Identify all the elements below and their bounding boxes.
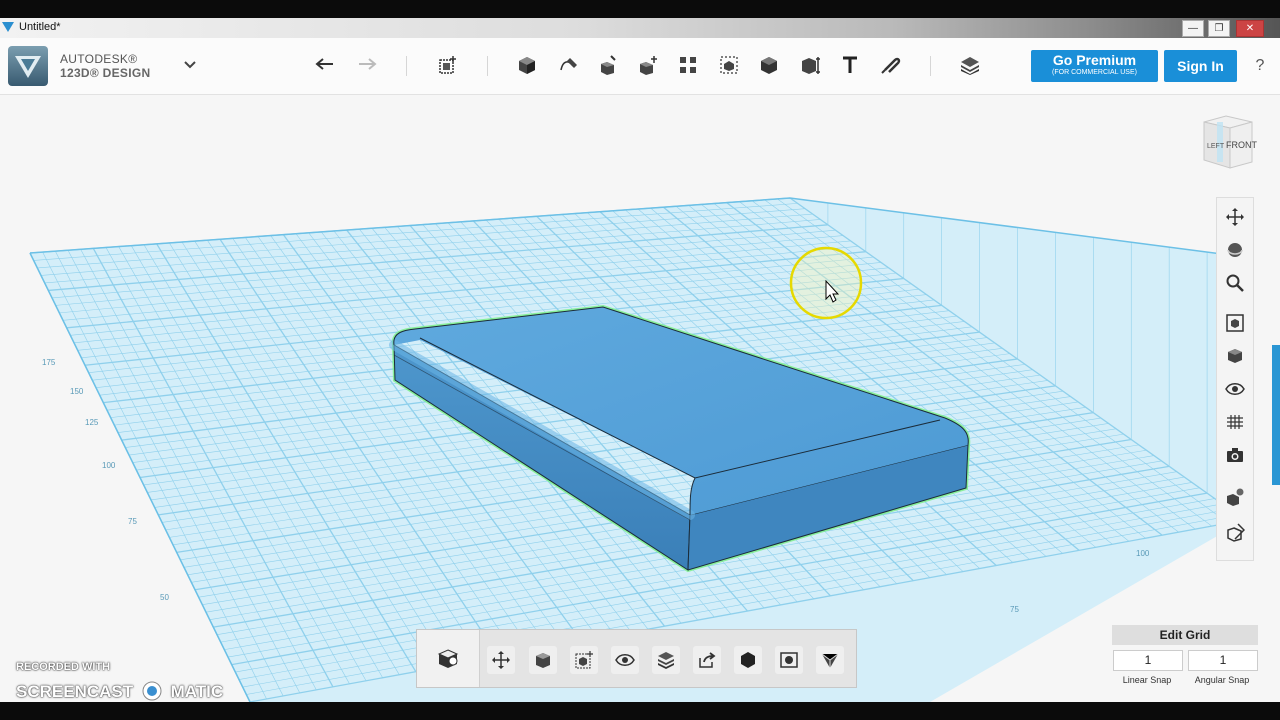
outline-icon[interactable] xyxy=(1223,520,1247,544)
hexagon-icon[interactable] xyxy=(734,646,762,674)
main-toolbar: AUTODESK® 123D® DESIGN Go Premium (FOR C… xyxy=(0,38,1280,95)
brand-line1: AUTODESK® xyxy=(60,52,138,66)
snap-icon[interactable] xyxy=(875,50,905,80)
box-icon[interactable] xyxy=(529,646,557,674)
edit-grid-button[interactable]: Edit Grid xyxy=(1112,625,1258,645)
layers-icon[interactable] xyxy=(652,646,680,674)
measure-icon[interactable] xyxy=(795,50,825,80)
screenshot-icon[interactable] xyxy=(775,646,803,674)
watermark-word2: MATIC xyxy=(170,682,224,701)
go-premium-subtitle: (FOR COMMERCIAL USE) xyxy=(1052,69,1137,76)
material-icon[interactable] xyxy=(955,50,985,80)
materials-icon[interactable] xyxy=(1223,485,1247,509)
brand-line2: 123D® DESIGN xyxy=(60,66,151,80)
maximize-button[interactable]: ❐ xyxy=(1208,20,1230,37)
grid-label: 50 xyxy=(160,593,169,602)
help-button[interactable]: ? xyxy=(1249,50,1271,82)
go-premium-button[interactable]: Go Premium (FOR COMMERCIAL USE) xyxy=(1031,50,1158,82)
watermark-word1: SCREENCAST xyxy=(16,682,134,701)
viewcube[interactable]: LEFT FRONT xyxy=(1196,112,1258,174)
vertex-icon[interactable] xyxy=(816,646,844,674)
top-letterbox xyxy=(0,0,1280,18)
angular-snap-label: Angular Snap xyxy=(1194,675,1250,685)
bottom-letterbox xyxy=(0,702,1280,720)
text-icon[interactable] xyxy=(835,50,865,80)
move-icon[interactable] xyxy=(487,646,515,674)
screencast-logo-icon xyxy=(142,681,162,701)
transform-icon[interactable] xyxy=(433,50,463,80)
viewcube-left-label: LEFT xyxy=(1207,143,1225,150)
angular-snap-field[interactable]: 1 xyxy=(1188,650,1258,671)
grid-label: 100 xyxy=(1136,549,1150,558)
view-cube-icon[interactable] xyxy=(1223,344,1247,368)
fit-icon[interactable] xyxy=(1223,311,1247,335)
edit-grid-panel: Edit Grid 1 1 Linear Snap Angular Snap xyxy=(1112,625,1258,689)
grid-label: 100 xyxy=(102,461,116,470)
close-button[interactable]: ✕ xyxy=(1236,20,1264,37)
grid-icon[interactable] xyxy=(1223,410,1247,434)
combine-icon[interactable] xyxy=(754,50,784,80)
modify-icon[interactable] xyxy=(633,50,663,80)
visibility-icon[interactable] xyxy=(1223,377,1247,401)
navigation-bar xyxy=(1216,197,1254,561)
scene-canvas: 175 150 125 100 75 50 75 100 xyxy=(29,197,1246,702)
sign-in-button[interactable]: Sign In xyxy=(1164,50,1237,82)
primitives-icon[interactable] xyxy=(512,50,542,80)
export-icon[interactable] xyxy=(693,646,721,674)
window-titlebar: Untitled* — ❐ ✕ xyxy=(0,18,1280,38)
minimize-button[interactable]: — xyxy=(1182,20,1204,37)
grid-label: 150 xyxy=(70,387,84,396)
eye-icon[interactable] xyxy=(611,646,639,674)
construct-icon[interactable] xyxy=(593,50,623,80)
grouping-icon[interactable] xyxy=(714,50,744,80)
toolbar-separator xyxy=(406,56,407,76)
fit-box-icon[interactable] xyxy=(570,646,598,674)
redo-icon[interactable] xyxy=(351,50,381,80)
camera-icon[interactable] xyxy=(1223,443,1247,467)
autodesk-logo-icon xyxy=(15,56,41,78)
undo-icon[interactable] xyxy=(311,50,341,80)
pan-icon[interactable] xyxy=(1223,205,1247,229)
watermark-line2: SCREENCAST MATIC xyxy=(16,681,223,702)
grid-label: 75 xyxy=(128,517,137,526)
bottom-toolbar xyxy=(416,629,857,688)
viewcube-front-label: FRONT xyxy=(1226,140,1257,150)
3d-viewport[interactable]: 175 150 125 100 75 50 75 100 LEFT FRONT xyxy=(0,95,1280,702)
sketch-icon[interactable] xyxy=(553,50,583,80)
side-panel-tab[interactable] xyxy=(1272,345,1280,485)
orbit-icon[interactable] xyxy=(1223,238,1247,262)
chevron-down-icon[interactable] xyxy=(184,58,196,72)
solid-icon xyxy=(437,649,459,668)
pattern-icon[interactable] xyxy=(673,50,703,80)
app-menu-logo[interactable] xyxy=(8,46,48,86)
linear-snap-label: Linear Snap xyxy=(1122,675,1172,685)
zoom-icon[interactable] xyxy=(1223,271,1247,295)
toolbar-separator xyxy=(487,56,488,76)
screencast-watermark: RECORDED WITH SCREENCAST MATIC xyxy=(16,661,223,701)
watermark-line1: RECORDED WITH xyxy=(16,661,111,673)
go-premium-title: Go Premium xyxy=(1052,52,1137,68)
window-title: Untitled* xyxy=(19,21,61,33)
linear-snap-field[interactable]: 1 xyxy=(1113,650,1183,671)
grid-label: 125 xyxy=(85,418,99,427)
bottom-toolbar-handle[interactable] xyxy=(417,630,480,687)
grid-label: 175 xyxy=(42,358,56,367)
app-logo-icon xyxy=(2,22,14,32)
brand-name: AUTODESK® 123D® DESIGN xyxy=(60,52,150,80)
toolbar-separator xyxy=(930,56,931,76)
grid-label: 75 xyxy=(1010,605,1019,614)
